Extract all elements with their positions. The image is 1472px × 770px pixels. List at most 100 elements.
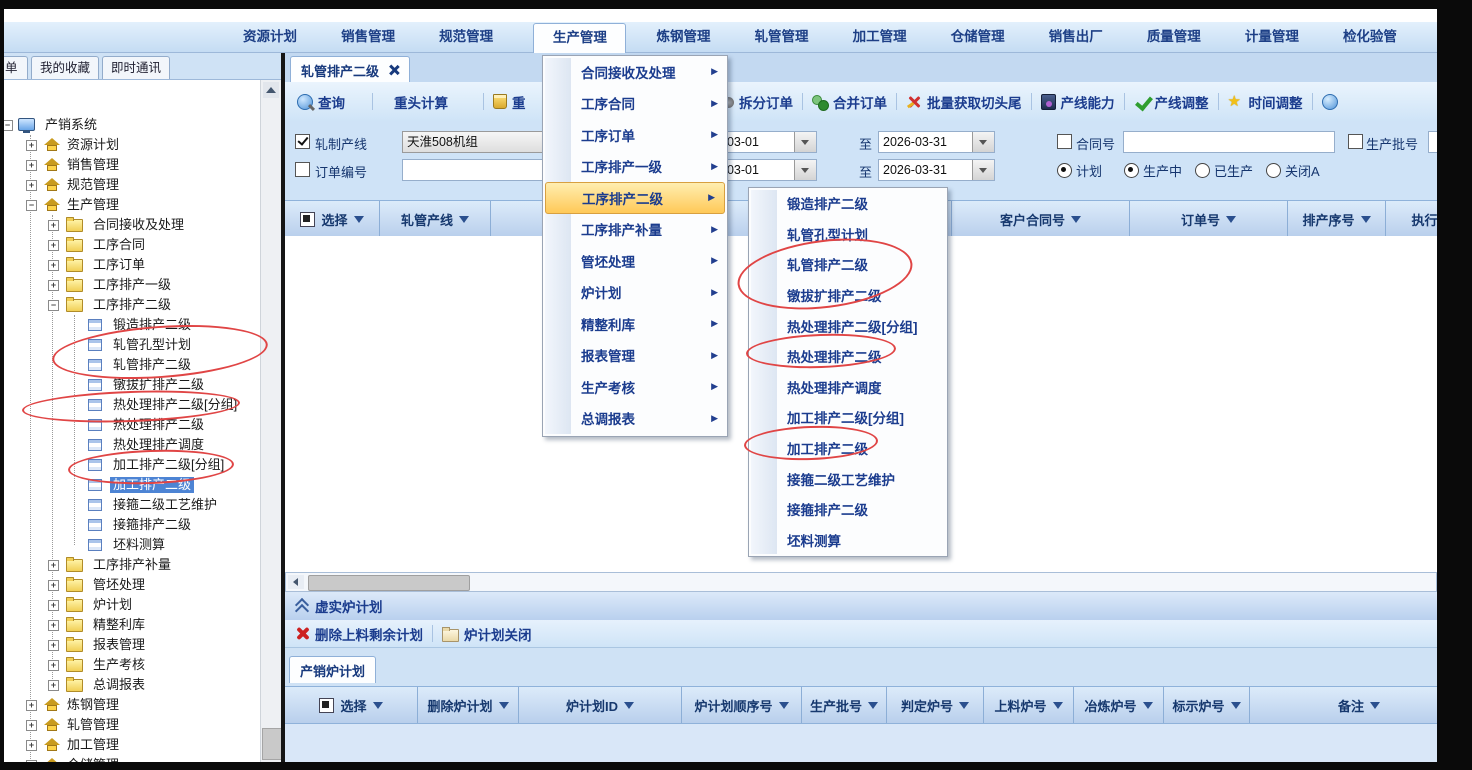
radio-icon[interactable]	[1057, 163, 1072, 178]
column-header-上料炉号[interactable]: 上料炉号	[984, 687, 1074, 723]
toolbar-button-删除上料剩余计划[interactable]: 删除上料剩余计划	[295, 624, 423, 644]
tree-item[interactable]: +精整利库	[4, 615, 257, 635]
tree-toggle-plus-icon[interactable]: +	[26, 700, 37, 711]
sidebar-tab-3[interactable]: 即时通讯	[102, 56, 170, 79]
tree-item[interactable]: +生产考核	[4, 655, 257, 675]
scroll-left-button[interactable]	[288, 575, 304, 589]
toolbar-button-产线调整[interactable]: 产线调整	[1134, 92, 1209, 112]
date-to-1-dropdown-icon[interactable]	[972, 132, 994, 152]
tree-item[interactable]: +规范管理	[4, 175, 257, 195]
tree-item[interactable]: 加工排产二级	[4, 475, 257, 495]
tab-close-icon[interactable]	[389, 65, 399, 75]
column-header-订单号[interactable]: 订单号	[1130, 201, 1288, 237]
filter-funnel-icon[interactable]	[1231, 702, 1241, 709]
tree-toggle-plus-icon[interactable]: +	[48, 680, 59, 691]
filter-funnel-icon[interactable]	[1370, 702, 1380, 709]
tree-toggle-plus-icon[interactable]: +	[48, 280, 59, 291]
contract-input[interactable]	[1123, 131, 1335, 153]
tree-item[interactable]: 接箍排产二级	[4, 515, 257, 535]
submenu-item-2[interactable]: 轧管孔型计划	[749, 219, 947, 250]
filter-funnel-icon[interactable]	[354, 216, 364, 223]
date-from-2-dropdown-icon[interactable]	[794, 160, 816, 180]
filter-funnel-icon[interactable]	[1361, 216, 1371, 223]
menubar-item-12[interactable]: 检化验管	[1339, 24, 1401, 50]
menu-item-7[interactable]: 管坯处理▶	[543, 245, 727, 277]
menu-item-3[interactable]: 工序订单▶	[543, 119, 727, 151]
header-checkbox[interactable]	[319, 698, 334, 713]
menubar-item-3[interactable]: 规范管理	[435, 24, 497, 50]
column-header-删除炉计划[interactable]: 删除炉计划	[418, 687, 519, 723]
menu-item-9[interactable]: 精整利库▶	[543, 308, 727, 340]
tree-toggle-plus-icon[interactable]: +	[48, 260, 59, 271]
tree-toggle-plus-icon[interactable]: +	[26, 720, 37, 731]
radio-icon[interactable]	[1124, 163, 1139, 178]
filter-funnel-icon[interactable]	[459, 216, 469, 223]
tree-toggle-plus-icon[interactable]: +	[48, 640, 59, 651]
menu-item-5[interactable]: 工序排产二级▶	[545, 182, 725, 214]
filter-funnel-icon[interactable]	[499, 702, 509, 709]
tab-rolling-schedule-level2[interactable]: 轧管排产二级	[290, 56, 410, 83]
menubar-item-1[interactable]: 资源计划	[239, 24, 301, 50]
column-header-标示炉号[interactable]: 标示炉号	[1164, 687, 1250, 723]
column-header-轧管产线[interactable]: 轧管产线	[380, 201, 491, 237]
menu-item-12[interactable]: 总调报表▶	[543, 403, 727, 435]
horizontal-scrollbar[interactable]	[285, 572, 1437, 592]
tree-toggle-plus-icon[interactable]: +	[48, 600, 59, 611]
filter-funnel-icon[interactable]	[1226, 216, 1236, 223]
column-header-执行状态[interactable]: 执行状态	[1386, 201, 1437, 237]
tree-item[interactable]: +工序合同	[4, 235, 257, 255]
submenu-item-8[interactable]: 加工排产二级[分组]	[749, 402, 947, 433]
line-combo[interactable]: 天淮508机组	[402, 131, 544, 153]
menu-item-8[interactable]: 炉计划▶	[543, 277, 727, 309]
date-to-1[interactable]: 2026-03-31	[878, 131, 995, 153]
toolbar-button-icon[interactable]	[1322, 94, 1343, 110]
tree-toggle-minus-icon[interactable]: −	[48, 300, 59, 311]
tree-item[interactable]: 镦拔扩排产二级	[4, 375, 257, 395]
status-radio-4[interactable]: 关闭A	[1266, 161, 1320, 180]
batch-input[interactable]	[1428, 131, 1437, 153]
status-radio-1[interactable]: 计划	[1057, 161, 1102, 180]
date-to-2-dropdown-icon[interactable]	[972, 160, 994, 180]
collapse-icon[interactable]	[295, 599, 307, 613]
tree-item[interactable]: 轧管排产二级	[4, 355, 257, 375]
menu-item-1[interactable]: 合同接收及处理▶	[543, 56, 727, 88]
tree-item[interactable]: 锻造排产二级	[4, 315, 257, 335]
filter-funnel-icon[interactable]	[779, 702, 789, 709]
scroll-up-button[interactable]	[263, 82, 279, 98]
tree-item[interactable]: +合同接收及处理	[4, 215, 257, 235]
tree-item[interactable]: +仓储管理	[4, 755, 257, 762]
column-header-客户合同号[interactable]: 客户合同号	[952, 201, 1130, 237]
menubar-item-9[interactable]: 销售出厂	[1045, 24, 1107, 50]
date-to-2[interactable]: 2026-03-31	[878, 159, 995, 181]
header-checkbox[interactable]	[300, 212, 315, 227]
tree-item[interactable]: 热处理排产二级[分组]	[4, 395, 257, 415]
hscrollbar-thumb[interactable]	[308, 575, 470, 591]
tree-item[interactable]: 热处理排产二级	[4, 415, 257, 435]
sidebar-tab-2[interactable]: 我的收藏	[31, 56, 99, 79]
column-header-判定炉号[interactable]: 判定炉号	[887, 687, 984, 723]
tree-item[interactable]: 热处理排产调度	[4, 435, 257, 455]
submenu-item-6[interactable]: 热处理排产二级	[749, 341, 947, 372]
menu-item-2[interactable]: 工序合同▶	[543, 88, 727, 120]
tree-toggle-plus-icon[interactable]: +	[26, 740, 37, 751]
tree-item[interactable]: +工序订单	[4, 255, 257, 275]
sidebar-tab-1[interactable]: 单	[4, 56, 28, 79]
menubar-item-6[interactable]: 轧管管理	[751, 24, 813, 50]
submenu-item-4[interactable]: 镦拔扩排产二级	[749, 280, 947, 311]
radio-icon[interactable]	[1266, 163, 1281, 178]
submenu-item-12[interactable]: 坯料测算	[749, 525, 947, 556]
menubar-item-5[interactable]: 炼钢管理	[652, 24, 714, 50]
toolbar-button-拆分订单[interactable]: 拆分订单	[723, 92, 793, 112]
column-header-备注[interactable]: 备注	[1250, 687, 1437, 723]
tree-item[interactable]: +总调报表	[4, 675, 257, 695]
tree-toggle-plus-icon[interactable]: +	[48, 660, 59, 671]
tree-item[interactable]: 接箍二级工艺维护	[4, 495, 257, 515]
toolbar-button-合并订单[interactable]: 合并订单	[812, 92, 887, 112]
filter-funnel-icon[interactable]	[1143, 702, 1153, 709]
tree-item[interactable]: +炉计划	[4, 595, 257, 615]
menubar-item-2[interactable]: 销售管理	[337, 24, 399, 50]
tree-item[interactable]: −生产管理	[4, 195, 257, 215]
column-header-冶炼炉号[interactable]: 冶炼炉号	[1074, 687, 1164, 723]
date-from-1-dropdown-icon[interactable]	[794, 132, 816, 152]
filter-funnel-icon[interactable]	[624, 702, 634, 709]
